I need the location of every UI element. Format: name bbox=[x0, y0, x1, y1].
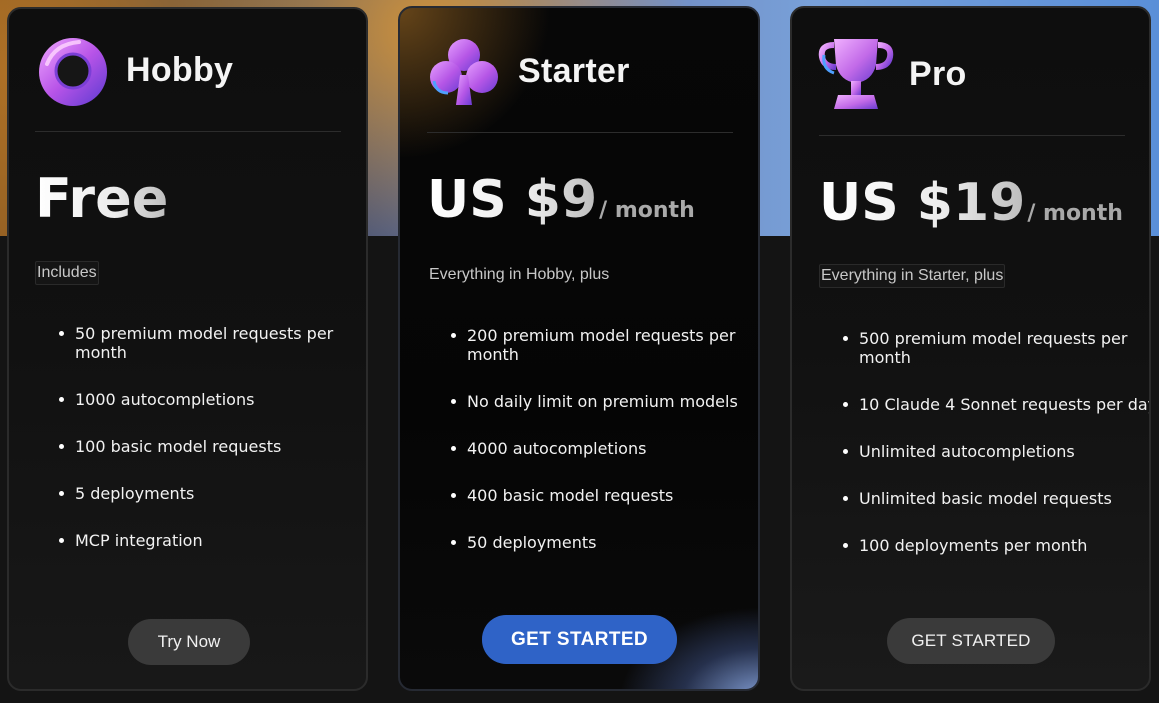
feature-item: 1000 autocompletions bbox=[59, 390, 366, 409]
divider bbox=[427, 132, 733, 133]
ring-icon bbox=[35, 34, 111, 110]
price-amount: US $19 bbox=[819, 173, 1026, 233]
feature-list: 500 premium model requests per month 10 … bbox=[819, 329, 1149, 583]
plan-price: US $19/ month bbox=[819, 173, 1123, 233]
plan-name: Hobby bbox=[126, 51, 234, 89]
divider bbox=[819, 135, 1125, 136]
feature-item: 200 premium model requests per month bbox=[451, 326, 758, 364]
price-amount: Free bbox=[35, 167, 169, 230]
feature-item: 50 premium model requests per month bbox=[59, 324, 366, 362]
feature-list: 50 premium model requests per month 1000… bbox=[35, 324, 366, 578]
includes-label: Everything in Starter, plus bbox=[819, 264, 1006, 288]
plan-price: US $9/ month bbox=[427, 170, 695, 230]
divider bbox=[35, 131, 341, 132]
includes-label: Everything in Hobby, plus bbox=[429, 266, 610, 283]
feature-item: 10 Claude 4 Sonnet requests per day bbox=[843, 395, 1149, 414]
get-started-button[interactable]: GET STARTED bbox=[482, 615, 677, 664]
plan-name: Pro bbox=[909, 55, 967, 93]
feature-item: Unlimited autocompletions bbox=[843, 442, 1149, 461]
try-now-button[interactable]: Try Now bbox=[128, 619, 250, 665]
includes-label: Includes bbox=[35, 261, 99, 285]
price-amount: US $9 bbox=[427, 170, 598, 230]
feature-item: 500 premium model requests per month bbox=[843, 329, 1149, 367]
feature-item: 400 basic model requests bbox=[451, 486, 758, 505]
plan-price: Free bbox=[35, 167, 168, 230]
plan-card-pro: Pro US $19/ month Everything in Starter,… bbox=[790, 6, 1151, 691]
feature-item: 4000 autocompletions bbox=[451, 439, 758, 458]
plan-name: Starter bbox=[518, 52, 630, 90]
plan-card-hobby: Hobby Free Includes 50 premium model req… bbox=[7, 7, 368, 691]
price-period: / month bbox=[1027, 201, 1123, 226]
club-icon bbox=[426, 35, 502, 111]
feature-item: 100 basic model requests bbox=[59, 437, 366, 456]
feature-list: 200 premium model requests per month No … bbox=[427, 326, 758, 580]
plan-card-starter: Starter US $9/ month Everything in Hobby… bbox=[398, 6, 760, 691]
feature-item: MCP integration bbox=[59, 531, 366, 550]
feature-item: 50 deployments bbox=[451, 533, 758, 552]
price-period: / month bbox=[599, 198, 695, 223]
trophy-icon bbox=[818, 35, 894, 111]
feature-item: 100 deployments per month bbox=[843, 536, 1149, 555]
feature-item: 5 deployments bbox=[59, 484, 366, 503]
feature-item: Unlimited basic model requests bbox=[843, 489, 1149, 508]
get-started-button[interactable]: GET STARTED bbox=[887, 618, 1055, 664]
feature-item: No daily limit on premium models bbox=[451, 392, 758, 411]
